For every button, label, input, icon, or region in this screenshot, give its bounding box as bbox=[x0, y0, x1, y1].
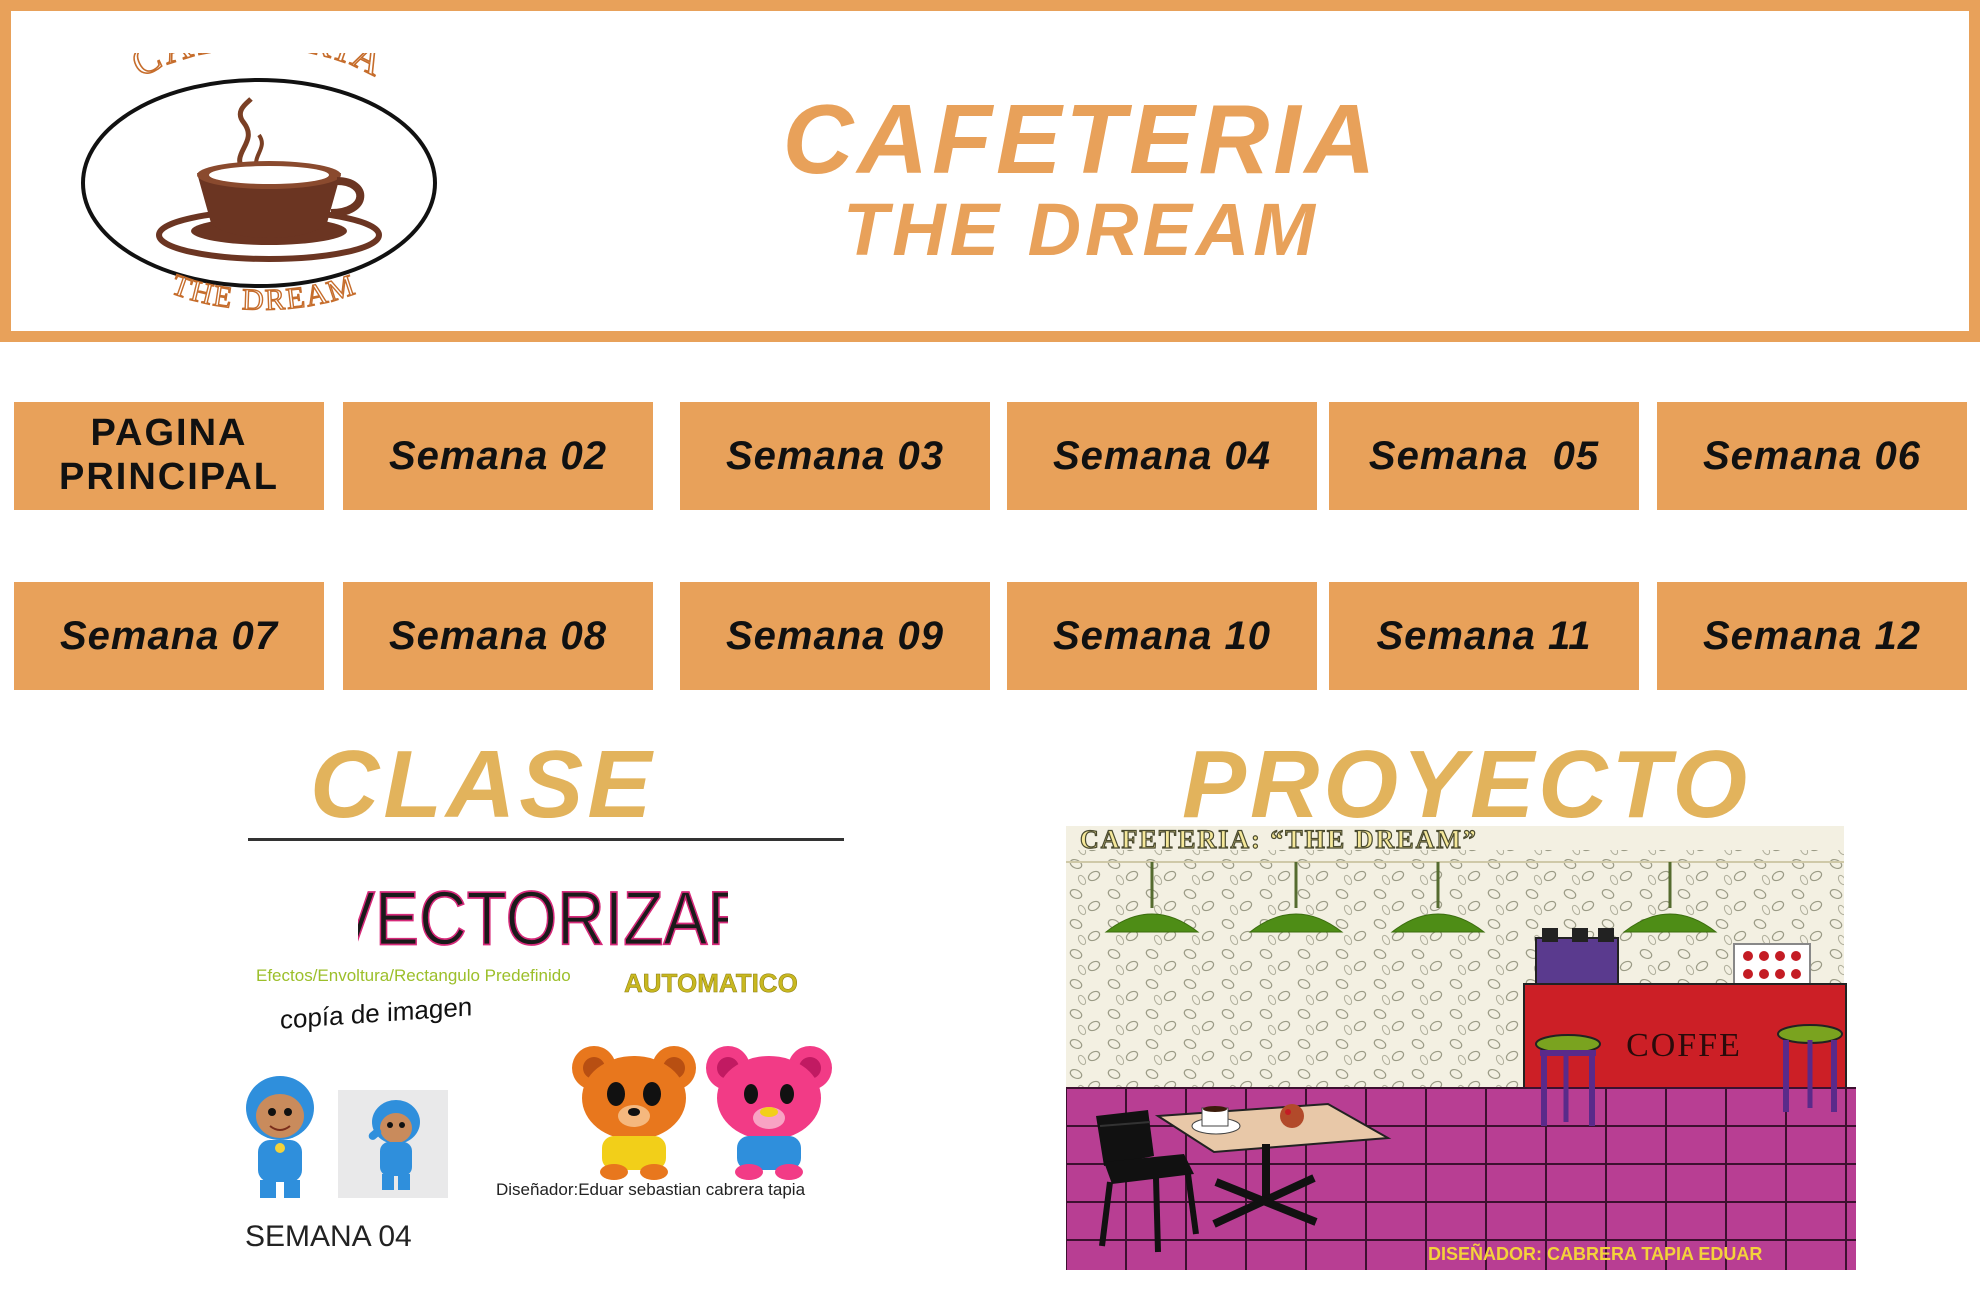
pink-bear-image bbox=[706, 1046, 832, 1180]
svg-text:DISEÑADOR: CABRERA TAPIA EDUAR: DISEÑADOR: CABRERA TAPIA EDUAR bbox=[1428, 1243, 1762, 1264]
clase-designer-text: Diseñador:Eduar sebastian cabrera tapia bbox=[496, 1180, 806, 1199]
nav-semana-03[interactable]: Semana 03 bbox=[680, 402, 990, 510]
cafeteria-project-image: CAFETERIA: “THE DREAM” COFFE DISEÑADOR: … bbox=[1066, 826, 1856, 1270]
effects-text: Efectos/Envoltura/Rectangulo Predefinido bbox=[256, 966, 571, 985]
nav-semana-05[interactable]: Semana 05 bbox=[1329, 402, 1639, 510]
svg-text:THE DREAM: THE DREAM bbox=[168, 268, 361, 317]
cafeteria-logo: CAFETERIA THE DREAM bbox=[81, 53, 437, 318]
semana-label: SEMANA 04 bbox=[245, 1220, 412, 1253]
nav-semana-04[interactable]: Semana 04 bbox=[1007, 402, 1317, 510]
svg-text:CAFETERIA: “THE DREAM”: CAFETERIA: “THE DREAM” bbox=[1080, 826, 1478, 854]
nav-home-line1: PAGINA bbox=[90, 412, 248, 455]
nav-semana-10[interactable]: Semana 10 bbox=[1007, 582, 1317, 690]
character-original-image bbox=[338, 1090, 448, 1198]
nav-semana-11[interactable]: Semana 11 bbox=[1329, 582, 1639, 690]
automatic-text: AUTOMATICO bbox=[624, 968, 798, 999]
nav-semana-07[interactable]: Semana 07 bbox=[14, 582, 324, 690]
site-header: CAFETERIA THE DREAM CAFETERIA THE DREAM bbox=[0, 0, 1980, 342]
orange-bear-image bbox=[572, 1046, 696, 1180]
vectorizar-heading: VECTORIZAR bbox=[358, 876, 728, 962]
nav-semana-02[interactable]: Semana 02 bbox=[343, 402, 653, 510]
clase-divider bbox=[248, 838, 844, 841]
nav-home-line2: PRINCIPAL bbox=[59, 456, 279, 498]
nav-home-button[interactable]: PAGINA PRINCIPAL bbox=[14, 402, 324, 510]
copy-image-text: copía de imagen bbox=[280, 991, 473, 1035]
svg-text:COFFE: COFFE bbox=[1626, 1027, 1742, 1064]
nav-semana-06[interactable]: Semana 06 bbox=[1657, 402, 1967, 510]
svg-text:VECTORIZAR: VECTORIZAR bbox=[358, 877, 728, 961]
nav-semana-12[interactable]: Semana 12 bbox=[1657, 582, 1967, 690]
site-subtitle: THE DREAM bbox=[843, 188, 1319, 271]
character-vector-image bbox=[246, 1076, 314, 1198]
nav-semana-08[interactable]: Semana 08 bbox=[343, 582, 653, 690]
clase-title: CLASE bbox=[310, 731, 656, 838]
site-title: CAFETERIA bbox=[782, 84, 1380, 194]
nav-semana-09[interactable]: Semana 09 bbox=[680, 582, 990, 690]
proyecto-title: PROYECTO bbox=[1182, 731, 1751, 838]
